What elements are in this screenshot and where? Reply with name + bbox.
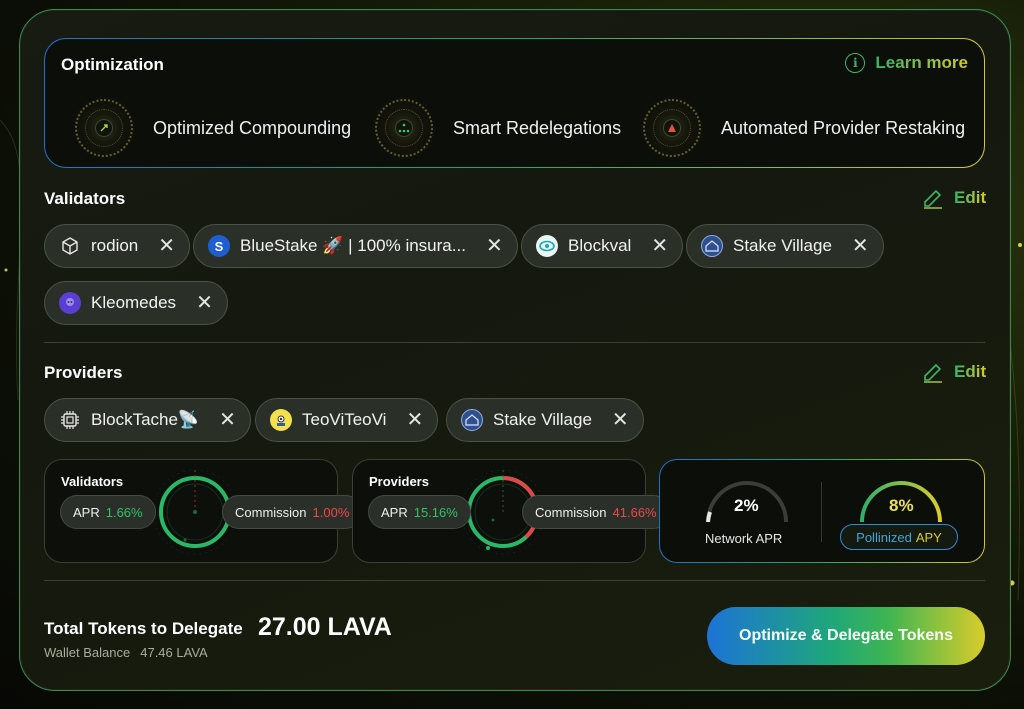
validator-chip-kleomedes[interactable]: Kleomedes ✕ — [44, 281, 228, 325]
optimization-card: Optimization i Learn more Optimized Comp… — [44, 38, 985, 168]
validators-apr-pill: APR 1.66% — [60, 495, 156, 529]
chip-label: Kleomedes — [91, 293, 177, 312]
validators-edit-button[interactable]: Edit — [922, 187, 986, 209]
apy-label-part1: Pollinized — [856, 529, 912, 545]
validator-chip-stake-village[interactable]: Stake Village ✕ — [686, 224, 884, 268]
wallet-balance-value: 47.46 LAVA — [140, 645, 208, 660]
commission-value: 1.00% — [312, 504, 350, 520]
validators-commission-pill: Commission 1.00% — [222, 495, 363, 529]
optimization-title: Optimization — [61, 55, 164, 74]
feature-label: Optimized Compounding — [153, 117, 352, 138]
redelegation-icon — [371, 95, 437, 161]
commission-value: 41.66% — [612, 504, 657, 520]
chip-label: BlueStake 🚀 | 100% insura... — [240, 236, 466, 255]
remove-icon[interactable]: ✕ — [486, 236, 503, 256]
chip-label: Stake Village — [493, 410, 592, 429]
providers-stats-card: Providers APR 15.16% Commission 41.66% — [352, 459, 670, 563]
validator-chip-rodion[interactable]: rodion ✕ — [44, 224, 191, 268]
pollinized-apy-badge: Pollinized APY — [840, 524, 958, 550]
stat-card-title: Providers — [369, 474, 429, 489]
validator-chip-blockval[interactable]: Blockval ✕ — [521, 224, 684, 268]
teovi-logo-icon — [270, 409, 292, 431]
blockval-logo-icon — [536, 235, 558, 257]
providers-apr-pill: APR 15.16% — [368, 495, 471, 529]
info-icon: i — [845, 53, 866, 73]
apr-value: 15.16% — [413, 504, 458, 520]
validators-title: Validators — [44, 189, 126, 208]
remove-icon[interactable]: ✕ — [651, 236, 668, 256]
divider — [44, 342, 985, 343]
validators-stats-card: Validators APR 1.66% Commission 1.00% — [44, 459, 363, 563]
feature-label: Automated Provider Restaking — [721, 117, 966, 138]
feature-optimized-compounding: Optimized Compounding — [71, 95, 351, 161]
commission-label: Commission — [535, 504, 607, 520]
total-tokens-label: Total Tokens to Delegate — [44, 619, 243, 638]
remove-icon[interactable]: ✕ — [196, 293, 213, 313]
provider-chip-teoviteovi[interactable]: TeoViTeoVi ✕ — [255, 398, 439, 442]
providers-title: Providers — [44, 363, 123, 382]
stat-card-title: Validators — [61, 474, 124, 489]
edit-icon — [924, 363, 942, 383]
apr-label: APR — [381, 504, 408, 520]
divider — [821, 482, 822, 542]
compounding-icon — [71, 95, 137, 161]
chip-label: Blockval — [568, 236, 632, 255]
remove-icon[interactable]: ✕ — [406, 410, 423, 430]
learn-more-link[interactable]: i Learn more — [845, 53, 968, 73]
stake-village-logo-icon — [701, 235, 723, 257]
feature-label: Smart Redelegations — [453, 117, 622, 138]
chip-label: TeoViTeoVi — [302, 410, 387, 429]
apr-value: 1.66% — [105, 504, 143, 520]
edit-icon — [924, 189, 942, 209]
edit-label: Edit — [954, 362, 987, 381]
network-apr-label: Network APR — [705, 531, 783, 546]
optimize-delegate-button[interactable]: Optimize & Delegate Tokens — [707, 607, 985, 665]
providers-commission-pill: Commission 41.66% — [522, 495, 670, 529]
wallet-balance-label: Wallet Balance — [44, 645, 131, 660]
provider-chip-stake-village[interactable]: Stake Village ✕ — [446, 398, 644, 442]
apr-summary-card: 2% Network APR 8% Pollinized APY — [659, 459, 985, 563]
remove-icon[interactable]: ✕ — [219, 410, 236, 430]
edit-label: Edit — [954, 188, 987, 207]
apy-label-part2: APY — [915, 529, 942, 545]
network-apr-value: 2% — [734, 496, 759, 515]
provider-chip-blocktache[interactable]: BlockTache📡 ✕ — [44, 398, 251, 442]
commission-label: Commission — [235, 504, 307, 520]
validator-chip-bluestake[interactable]: S BlueStake 🚀 | 100% insura... ✕ — [193, 224, 518, 268]
apr-label: APR — [73, 504, 100, 520]
bluestake-logo-icon: S — [208, 235, 230, 257]
divider — [44, 580, 985, 581]
wallet-balance: Wallet Balance 47.46 LAVA — [44, 645, 218, 660]
feature-automated-provider-restaking: Automated Provider Restaking — [639, 95, 965, 161]
pollinized-apy-value: 8% — [889, 496, 914, 515]
chip-label: BlockTache📡 — [91, 410, 200, 429]
remove-icon[interactable]: ✕ — [852, 236, 869, 256]
providers-edit-button[interactable]: Edit — [922, 361, 986, 383]
stake-village-logo-icon — [461, 409, 483, 431]
total-tokens-value: 27.00 LAVA — [258, 613, 392, 641]
cube-icon — [59, 235, 81, 257]
feature-smart-redelegations: Smart Redelegations — [371, 95, 621, 161]
remove-icon[interactable]: ✕ — [158, 236, 175, 256]
chip-label: rodion — [91, 236, 139, 255]
restaking-icon — [639, 95, 705, 161]
kleomedes-logo-icon — [59, 292, 81, 314]
remove-icon[interactable]: ✕ — [612, 410, 629, 430]
chip-icon — [59, 409, 81, 431]
chip-label: Stake Village — [733, 236, 832, 255]
learn-more-label: Learn more — [875, 53, 968, 72]
